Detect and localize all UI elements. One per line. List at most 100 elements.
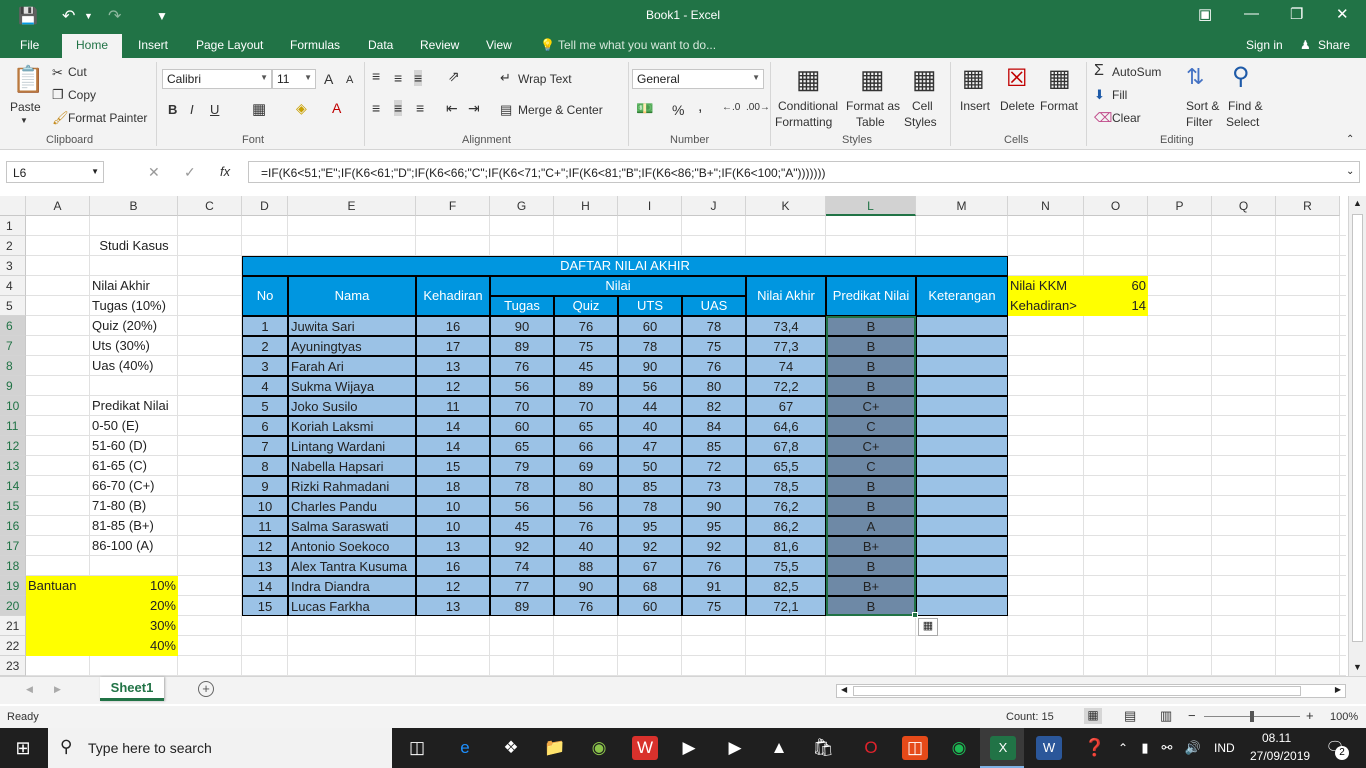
bantuan-value-cell[interactable]: 40% (90, 636, 178, 656)
data-cell-l[interactable]: C+ (826, 396, 916, 416)
bantuan-value-cell[interactable]: 10% (90, 576, 178, 596)
column-header-e[interactable]: E (288, 196, 416, 216)
zoom-in-icon[interactable]: + (1306, 708, 1314, 723)
data-cell-f[interactable]: 18 (416, 476, 490, 496)
close-icon[interactable]: ✕ (1336, 5, 1349, 23)
data-cell-f[interactable]: 13 (416, 356, 490, 376)
data-cell-m[interactable] (916, 476, 1008, 496)
data-cell-i[interactable]: 60 (618, 596, 682, 616)
data-cell-m[interactable] (916, 416, 1008, 436)
data-cell-k[interactable]: 77,3 (746, 336, 826, 356)
data-cell-f[interactable]: 15 (416, 456, 490, 476)
data-cell-h[interactable]: 69 (554, 456, 618, 476)
data-cell-e[interactable]: Joko Susilo (288, 396, 416, 416)
data-cell-f[interactable]: 14 (416, 416, 490, 436)
data-cell-j[interactable]: 72 (682, 456, 746, 476)
data-cell-m[interactable] (916, 336, 1008, 356)
data-cell-l[interactable]: B (826, 496, 916, 516)
align-center-icon[interactable]: ≡ (394, 100, 403, 116)
bantuan-fill-cell[interactable] (26, 636, 90, 656)
data-cell-k[interactable]: 86,2 (746, 516, 826, 536)
select-all-corner[interactable] (0, 196, 26, 216)
row-header-14[interactable]: 14 (0, 476, 26, 496)
data-cell-l[interactable]: B (826, 476, 916, 496)
data-cell-j[interactable]: 82 (682, 396, 746, 416)
data-cell-m[interactable] (916, 396, 1008, 416)
kkm-value-cell[interactable]: 60 (1084, 276, 1148, 296)
data-cell-d[interactable]: 8 (242, 456, 288, 476)
fill-button[interactable]: Fill (1112, 88, 1127, 102)
comma-button[interactable]: , (698, 98, 702, 116)
data-cell-k[interactable]: 76,2 (746, 496, 826, 516)
taskbar-search-box[interactable]: ⚲ Type here to search (48, 728, 392, 768)
worksheet-grid[interactable]: ABCDEFGHIJKLMNOPQR 1 2 3 4 5 6 7 8 9 10 11 12 13 14 15… (0, 196, 1348, 676)
prev-sheet-icon[interactable]: ◀ (26, 684, 33, 695)
data-cell-d[interactable]: 1 (242, 316, 288, 336)
shrink-font-button[interactable]: A (346, 74, 353, 86)
conditional-formatting-button[interactable]: Conditional (778, 99, 838, 113)
scroll-up-icon[interactable]: ▲ (1353, 198, 1362, 208)
expand-formula-icon[interactable]: ⌄ (1346, 166, 1354, 177)
delete-cells-button[interactable]: Delete (1000, 99, 1035, 113)
data-cell-g[interactable]: 56 (490, 496, 554, 516)
column-header-h[interactable]: H (554, 196, 618, 216)
data-cell-l[interactable]: B (826, 596, 916, 616)
vertical-scroll-thumb[interactable] (1352, 214, 1363, 642)
insert-cells-button[interactable]: Insert (960, 99, 990, 113)
data-cell-j[interactable]: 84 (682, 416, 746, 436)
data-cell-k[interactable]: 81,6 (746, 536, 826, 556)
kkm-label-cell[interactable]: Nilai KKM (1008, 276, 1084, 296)
data-cell-j[interactable]: 75 (682, 596, 746, 616)
number-format-select[interactable]: General ▼ (632, 69, 764, 89)
data-cell-j[interactable]: 80 (682, 376, 746, 396)
taskbar-search-input[interactable]: Type here to search (88, 740, 212, 756)
column-header-a[interactable]: A (26, 196, 90, 216)
taskbar-time[interactable]: 08.11 (1262, 731, 1291, 745)
header-quiz[interactable]: Quiz (554, 296, 618, 316)
data-cell-g[interactable]: 77 (490, 576, 554, 596)
name-box[interactable]: L6 ▼ (6, 161, 104, 183)
grow-font-button[interactable]: A (324, 71, 333, 87)
data-cell-d[interactable]: 12 (242, 536, 288, 556)
find-select-button[interactable]: Find & (1228, 99, 1263, 113)
row-header-6[interactable]: 6 (0, 316, 26, 336)
data-cell-k[interactable]: 67,8 (746, 436, 826, 456)
data-cell-i[interactable]: 90 (618, 356, 682, 376)
row-header-7[interactable]: 7 (0, 336, 26, 356)
data-cell-f[interactable]: 13 (416, 536, 490, 556)
data-cell-l[interactable]: B (826, 356, 916, 376)
data-cell-j[interactable]: 76 (682, 556, 746, 576)
page-layout-view-icon[interactable]: ▤ (1124, 708, 1136, 724)
cut-button[interactable]: Cut (68, 65, 87, 79)
column-header-j[interactable]: J (682, 196, 746, 216)
data-cell-i[interactable]: 40 (618, 416, 682, 436)
data-cell-k[interactable]: 72,1 (746, 596, 826, 616)
row-header-17[interactable]: 17 (0, 536, 26, 556)
column-header-m[interactable]: M (916, 196, 1008, 216)
left-label-cell[interactable]: Quiz (20%) (90, 316, 242, 336)
data-cell-l[interactable]: B (826, 316, 916, 336)
data-cell-h[interactable]: 80 (554, 476, 618, 496)
data-cell-k[interactable]: 73,4 (746, 316, 826, 336)
ribbon-display-icon[interactable]: ▣ (1198, 5, 1212, 23)
data-cell-e[interactable]: Lintang Wardani (288, 436, 416, 456)
align-bottom-icon[interactable]: ≡ (414, 70, 423, 86)
excel-icon[interactable]: X (990, 736, 1016, 760)
row-header-13[interactable]: 13 (0, 456, 26, 476)
data-cell-d[interactable]: 13 (242, 556, 288, 576)
row-header-12[interactable]: 12 (0, 436, 26, 456)
data-cell-i[interactable]: 47 (618, 436, 682, 456)
left-label-cell[interactable]: 86-100 (A) (90, 536, 242, 556)
table-title-cell[interactable]: DAFTAR NILAI AKHIR (242, 256, 1008, 276)
data-cell-g[interactable]: 90 (490, 316, 554, 336)
data-cell-d[interactable]: 10 (242, 496, 288, 516)
data-cell-f[interactable]: 11 (416, 396, 490, 416)
row-header-10[interactable]: 10 (0, 396, 26, 416)
dropbox-icon[interactable]: ❖ (498, 736, 524, 760)
data-cell-l[interactable]: B+ (826, 536, 916, 556)
column-header-l[interactable]: L (826, 196, 916, 216)
row-header-15[interactable]: 15 (0, 496, 26, 516)
data-cell-m[interactable] (916, 496, 1008, 516)
edge-icon[interactable]: e (452, 736, 478, 760)
scroll-down-icon[interactable]: ▼ (1353, 662, 1362, 672)
